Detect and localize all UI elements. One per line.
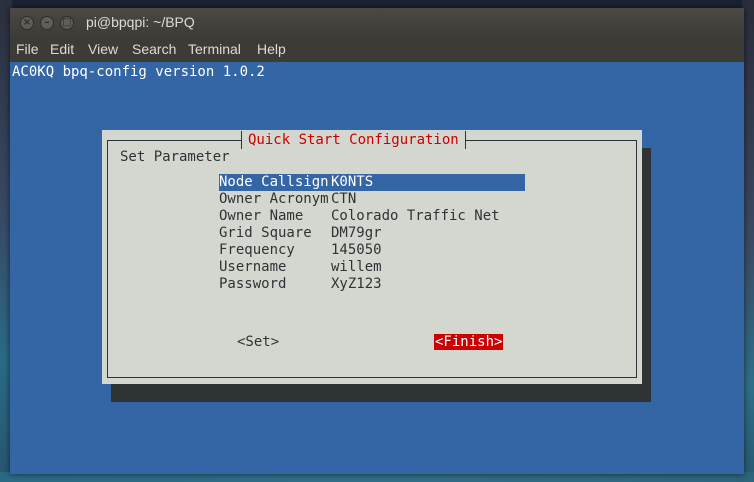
menu-edit[interactable]: Edit [50,41,74,57]
field-label: Username [219,259,287,275]
menu-file[interactable]: File [16,41,39,57]
field-value: willem [331,259,382,275]
field-value: 145050 [331,242,382,258]
field-label: Owner Name [219,208,304,224]
set-button[interactable]: <Set> [237,334,279,350]
dialog-prompt: Set Parameter [120,149,230,165]
menu-item-frequency[interactable]: Frequency 145050 [219,242,525,259]
field-value: XyZ123 [331,276,382,292]
menu-item-grid-square[interactable]: Grid Square DM79gr [219,225,525,242]
menu-help[interactable]: Help [257,41,286,57]
menu-search[interactable]: Search [132,41,176,57]
menu-item-username[interactable]: Username willem [219,259,525,276]
terminal-window: × – □ pi@bpqpi: ~/BPQ File Edit View Sea… [10,8,744,474]
menu-view[interactable]: View [88,41,118,57]
field-value: K0NTS [331,174,374,190]
app-header: AC0KQ bpq-config version 1.0.2 [12,64,265,80]
menu-item-password[interactable]: Password XyZ123 [219,276,525,293]
field-label: Password [219,276,287,292]
field-label: Grid Square [219,225,312,241]
title-bar[interactable]: × – □ pi@bpqpi: ~/BPQ [10,8,744,38]
dialog-title: Quick Start Configuration [241,131,466,149]
menu-item-owner-name[interactable]: Owner Name Colorado Traffic Net [219,208,525,225]
minimize-icon[interactable]: – [40,16,54,30]
menu-bar: File Edit View Search Terminal Help [10,38,744,62]
field-label: Frequency [219,242,295,258]
window-title: pi@bpqpi: ~/BPQ [86,14,195,30]
field-value: Colorado Traffic Net [331,208,500,224]
finish-button[interactable]: <Finish> [434,334,504,350]
quick-start-dialog: Quick Start Configuration Set Parameter … [102,130,642,384]
menu-item-owner-acronym[interactable]: Owner Acronym CTN [219,191,525,208]
menu-terminal[interactable]: Terminal [188,41,241,57]
field-label: Node Callsign [219,174,329,190]
terminal-area[interactable]: AC0KQ bpq-config version 1.0.2 Quick Sta… [12,62,740,472]
maximize-icon[interactable]: □ [60,16,74,30]
field-value: CTN [331,191,357,207]
menu-item-node-callsign[interactable]: Node Callsign K0NTS [219,174,525,191]
field-value: DM79gr [331,225,382,241]
close-icon[interactable]: × [20,16,34,30]
field-label: Owner Acronym [219,191,329,207]
